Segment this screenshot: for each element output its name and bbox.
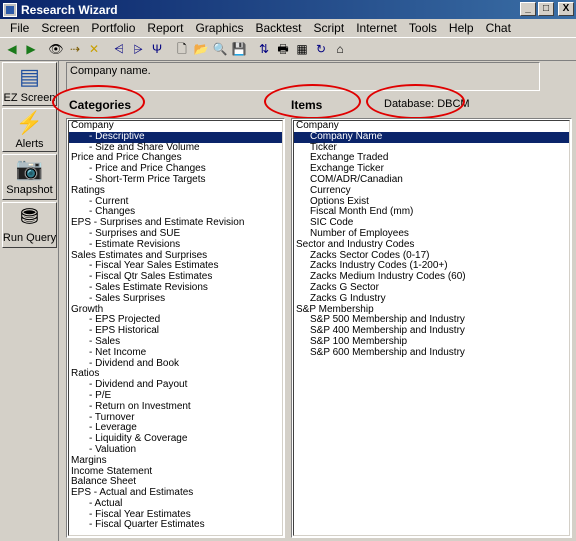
- category-list-item[interactable]: - Sales Surprises: [69, 293, 282, 305]
- category-list-item[interactable]: Ratings: [69, 185, 282, 197]
- category-list-item[interactable]: - Net Income: [69, 347, 282, 359]
- back-arrow-icon: ◀: [7, 42, 17, 56]
- menu-portfolio[interactable]: Portfolio: [85, 21, 141, 35]
- menu-script[interactable]: Script: [308, 21, 351, 35]
- item-list-item[interactable]: Zacks G Industry: [294, 293, 569, 305]
- toolbar-group: 🗋 📂 🔍 💾: [173, 40, 249, 58]
- filter-button[interactable]: ⩤: [110, 40, 128, 58]
- item-list-item[interactable]: S&P 600 Membership and Industry: [294, 347, 569, 359]
- item-description: Company name.: [66, 62, 540, 91]
- menu-bar: File Screen Portfolio Report Graphics Backtes…: [0, 19, 576, 37]
- minimize-button[interactable]: _: [520, 2, 536, 16]
- new-document-icon: 🗋: [177, 42, 187, 56]
- item-list-item[interactable]: Company Name: [294, 131, 569, 143]
- toolbar-group: ⩤ ⩥ Ψ: [110, 40, 167, 58]
- filter-icon: ⩤: [114, 42, 124, 56]
- toolbar-group: ◀ ▶: [3, 40, 41, 58]
- sort-filter-button[interactable]: ⩥: [129, 40, 147, 58]
- snapshot-button[interactable]: 📷 Snapshot: [2, 154, 57, 200]
- categories-list[interactable]: Company - Descriptive - Size and Share Vol…: [66, 118, 285, 538]
- categories-header: Categories: [69, 98, 132, 112]
- camera-icon: 📷: [15, 156, 44, 181]
- find-next-icon: ⇢: [69, 42, 81, 56]
- new-document-button[interactable]: 🗋: [173, 40, 191, 58]
- binoculars-icon: ⛃: [20, 204, 39, 229]
- snapshot-label: Snapshot: [6, 184, 53, 196]
- items-header: Items: [291, 98, 323, 112]
- item-list-item[interactable]: Sector and Industry Codes: [294, 239, 569, 251]
- refresh-button[interactable]: ↻: [312, 40, 330, 58]
- sidebar: ▤ EZ Screen ⚡ Alerts 📷 Snapshot ⛃ Run Qu…: [0, 61, 59, 541]
- save-button[interactable]: 💾: [230, 40, 248, 58]
- close-button[interactable]: X: [558, 2, 574, 16]
- calculator-button[interactable]: ▦: [293, 40, 311, 58]
- home-button[interactable]: ⌂: [331, 40, 349, 58]
- category-list-item[interactable]: - Fiscal Quarter Estimates: [69, 520, 282, 531]
- sort-icon: ⇅: [258, 42, 270, 56]
- database-label: Database: DBCM: [384, 98, 470, 110]
- menu-file[interactable]: File: [4, 21, 35, 35]
- run-query-label: Run Query: [2, 232, 57, 244]
- save-icon: 💾: [231, 42, 247, 56]
- binoculars-button[interactable]: 👁: [47, 40, 65, 58]
- preview-button[interactable]: 🔍: [211, 40, 229, 58]
- menu-internet[interactable]: Internet: [350, 21, 403, 35]
- window-controls: _ □ X: [520, 2, 574, 16]
- toolbar-group: 👁 ⇢ ✕: [47, 40, 104, 58]
- find-next-button[interactable]: ⇢: [66, 40, 84, 58]
- forward-arrow-button[interactable]: ▶: [22, 40, 40, 58]
- toolbar-group: ⇅ 🖶 ▦ ↻ ⌂: [255, 40, 350, 58]
- refresh-icon: ↻: [315, 42, 327, 56]
- menu-report[interactable]: Report: [141, 21, 189, 35]
- binoculars-icon: 👁: [48, 42, 64, 56]
- funnel-button[interactable]: Ψ: [148, 40, 166, 58]
- alerts-label: Alerts: [15, 138, 44, 150]
- print-button[interactable]: 🖶: [274, 40, 292, 58]
- category-list-item[interactable]: - Return on Investment: [69, 401, 282, 413]
- delete-button[interactable]: ✕: [85, 40, 103, 58]
- toolbar: ◀ ▶ 👁 ⇢ ✕ ⩤ ⩥ Ψ 🗋 📂 🔍 💾 ⇅ 🖶 ▦ ↻ ⌂: [0, 37, 576, 61]
- open-folder-icon: 📂: [193, 42, 209, 56]
- ez-screen-icon: ▤: [19, 64, 40, 89]
- category-list-item[interactable]: - Descriptive: [69, 131, 282, 143]
- funnel-icon: Ψ: [151, 42, 163, 56]
- run-query-button[interactable]: ⛃ Run Query: [2, 202, 57, 248]
- ez-screen-button[interactable]: ▤ EZ Screen: [2, 62, 57, 106]
- maximize-button[interactable]: □: [538, 2, 554, 16]
- items-list[interactable]: Company Company Name Ticker Exchange Traded…: [291, 118, 572, 538]
- home-icon: ⌂: [336, 42, 344, 56]
- print-icon: 🖶: [277, 42, 289, 56]
- item-list-item[interactable]: Currency: [294, 185, 569, 197]
- menu-tools[interactable]: Tools: [403, 21, 443, 35]
- menu-graphics[interactable]: Graphics: [189, 21, 249, 35]
- menu-chat[interactable]: Chat: [480, 21, 517, 35]
- title-bar: Research Wizard _ □ X: [0, 0, 576, 19]
- app-icon: [3, 2, 17, 17]
- category-list-item[interactable]: Margins: [69, 455, 282, 467]
- ez-screen-label: EZ Screen: [3, 92, 56, 104]
- menu-backtest[interactable]: Backtest: [249, 21, 307, 35]
- category-list-item[interactable]: - Dividend and Book: [69, 358, 282, 370]
- category-list-item[interactable]: - Estimate Revisions: [69, 239, 282, 251]
- window-title: Research Wizard: [21, 2, 118, 17]
- forward-arrow-icon: ▶: [26, 42, 36, 56]
- back-arrow-button[interactable]: ◀: [3, 40, 21, 58]
- delete-icon: ✕: [88, 42, 100, 56]
- sort-filter-icon: ⩥: [133, 42, 143, 56]
- menu-screen[interactable]: Screen: [35, 21, 85, 35]
- calculator-icon: ▦: [296, 42, 308, 56]
- alerts-button[interactable]: ⚡ Alerts: [2, 108, 57, 152]
- menu-help[interactable]: Help: [443, 21, 480, 35]
- open-folder-button[interactable]: 📂: [192, 40, 210, 58]
- sort-button[interactable]: ⇅: [255, 40, 273, 58]
- preview-icon: 🔍: [212, 42, 228, 56]
- lightning-icon: ⚡: [15, 110, 44, 135]
